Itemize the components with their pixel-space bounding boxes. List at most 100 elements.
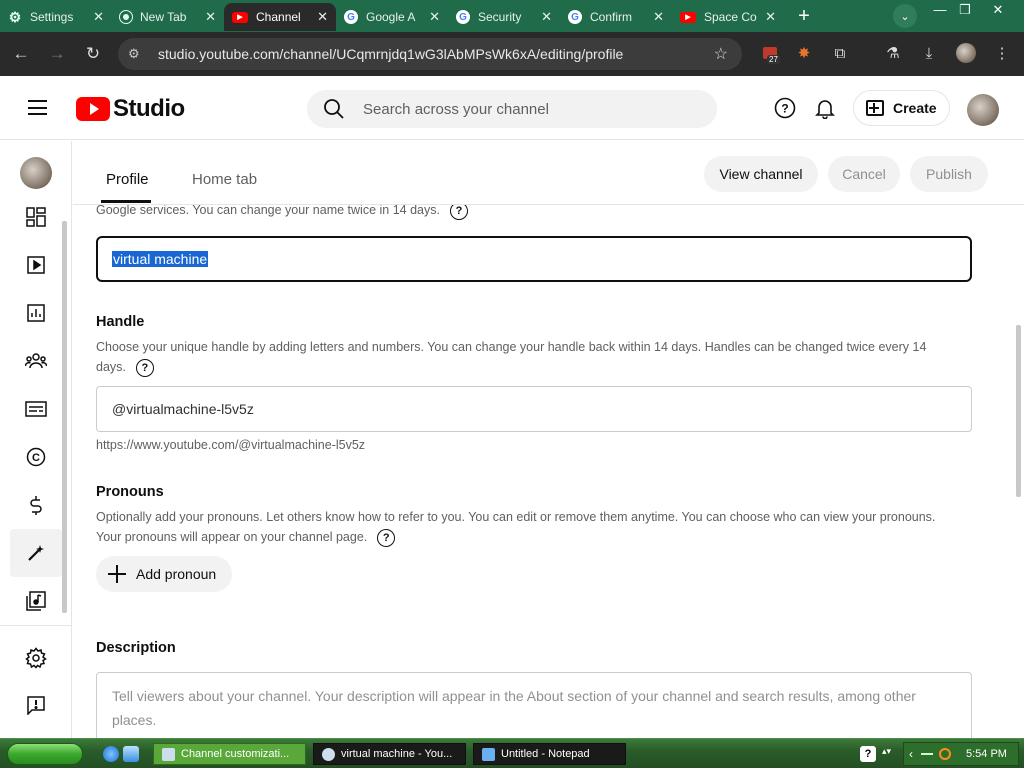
google-icon: G	[456, 10, 470, 24]
windows-taskbar: Channel customizati... virtual machine -…	[0, 738, 1024, 768]
pronouns-help-text: Optionally add your pronouns. Let others…	[96, 507, 935, 547]
browser-tab-strip: ⚙ Settings ✕ New Tab ✕ ▶ Channel ✕ G Goo…	[0, 0, 1024, 32]
community-icon[interactable]	[24, 349, 48, 373]
active-tab-indicator	[101, 200, 151, 203]
close-icon[interactable]: ✕	[93, 9, 104, 25]
create-button[interactable]: Create	[853, 90, 950, 126]
left-nav-rail: C	[0, 141, 72, 738]
handle-help-line-2: days.	[96, 360, 126, 374]
dashboard-icon[interactable]	[24, 205, 48, 229]
download-icon[interactable]: ⤓	[916, 40, 942, 66]
tray-search-icon[interactable]	[939, 748, 951, 760]
tab-search-icon[interactable]: ⌄	[893, 4, 917, 28]
customization-magic-wand-icon[interactable]	[24, 541, 48, 565]
settings-gear-icon[interactable]	[24, 646, 48, 670]
extensions-puzzle-icon[interactable]: ⧉	[827, 40, 853, 66]
browser-tab-new-tab[interactable]: New Tab ✕	[112, 3, 224, 31]
new-tab-button[interactable]: +	[790, 2, 818, 30]
menu-hamburger-icon[interactable]	[28, 100, 47, 115]
view-channel-button[interactable]: View channel	[704, 156, 818, 192]
labs-flask-icon[interactable]: ⚗	[880, 40, 906, 66]
audio-library-icon[interactable]	[24, 589, 48, 613]
page-scrollbar[interactable]	[1016, 325, 1021, 497]
pronouns-help-icon[interactable]: ?	[377, 528, 396, 547]
browser-tab-settings[interactable]: ⚙ Settings ✕	[0, 3, 112, 31]
tray-line-icon	[921, 753, 933, 755]
close-icon[interactable]: ✕	[765, 9, 776, 25]
extension-orange-icon[interactable]: ✸	[791, 40, 817, 66]
restore-icon[interactable]: ❐	[954, 2, 976, 18]
add-pronoun-button[interactable]: Add pronoun	[96, 556, 232, 592]
minimize-icon[interactable]: —	[929, 2, 951, 17]
help-tray-icon[interactable]: ?	[860, 746, 876, 762]
ie-quicklaunch-icon[interactable]	[103, 746, 119, 762]
browser-tab-google-account[interactable]: G Google A ✕	[336, 3, 448, 31]
handle-help-icon[interactable]: ?	[135, 358, 154, 377]
start-button[interactable]	[7, 743, 83, 765]
tab-home[interactable]: Home tab	[192, 171, 257, 188]
analytics-icon[interactable]	[24, 301, 48, 325]
close-icon[interactable]: ✕	[653, 9, 664, 25]
google-icon: G	[344, 10, 358, 24]
taskbar-window-notepad[interactable]: Untitled - Notepad	[473, 743, 626, 765]
back-arrow-icon[interactable]: ←	[6, 39, 36, 69]
site-info-icon[interactable]: ⚙	[128, 46, 146, 62]
notifications-bell-icon[interactable]	[813, 96, 837, 120]
channel-search-input[interactable]: Search across your channel	[307, 90, 717, 128]
close-window-icon[interactable]: ✕	[987, 2, 1009, 18]
address-bar[interactable]: ⚙ studio.youtube.com/channel/UCqmrnjdq1w…	[118, 38, 742, 70]
profile-avatar[interactable]	[953, 40, 979, 66]
search-placeholder: Search across your channel	[363, 100, 549, 118]
close-icon[interactable]: ✕	[205, 9, 216, 25]
publish-button[interactable]: Publish	[910, 156, 988, 192]
pronouns-help-line-2: Your pronouns will appear on your channe…	[96, 530, 368, 544]
close-icon[interactable]: ✕	[317, 9, 328, 25]
description-heading: Description	[96, 640, 176, 656]
channel-avatar[interactable]	[20, 157, 52, 189]
svg-text:C: C	[32, 452, 40, 464]
content-icon[interactable]	[24, 253, 48, 277]
extension-badge: 27	[767, 55, 780, 64]
browser-toolbar: ← → ↻ ⚙ studio.youtube.com/channel/UCqmr…	[0, 32, 1024, 76]
chrome-icon	[120, 11, 132, 23]
browser-tab-space[interactable]: ▶ Space Co ✕	[672, 3, 784, 31]
tray-expand-icon[interactable]: ‹	[909, 747, 913, 761]
taskbar-window-label: Channel customizati...	[181, 748, 290, 760]
browser-tab-channel[interactable]: ▶ Channel ✕	[224, 3, 336, 31]
browser-menu-icon[interactable]: ⋮	[989, 40, 1015, 66]
handle-input[interactable]: @virtualmachine-l5v5z	[96, 386, 972, 432]
tab-profile[interactable]: Profile	[106, 171, 149, 188]
rail-divider	[0, 625, 72, 626]
youtube-icon: ▶	[232, 11, 248, 23]
close-icon[interactable]: ✕	[429, 9, 440, 25]
tab-label: Channel	[256, 10, 301, 24]
browser-tab-security[interactable]: G Security ✕	[448, 3, 560, 31]
create-video-icon	[866, 100, 884, 116]
forward-arrow-icon[interactable]: →	[42, 39, 72, 69]
close-icon[interactable]: ✕	[541, 9, 552, 25]
cancel-button[interactable]: Cancel	[828, 156, 900, 192]
tray-scroll-icon[interactable]: ▴▾	[882, 746, 894, 762]
studio-header: Studio Search across your channel ? Crea…	[0, 76, 1024, 140]
extension-red-icon[interactable]: 27	[757, 40, 783, 66]
name-input[interactable]: virtual machine	[96, 236, 972, 282]
reload-icon[interactable]: ↻	[78, 39, 108, 69]
taskbar-window-label: Untitled - Notepad	[501, 748, 590, 760]
studio-logo[interactable]: Studio	[76, 95, 185, 123]
desktop-quicklaunch-icon[interactable]	[123, 746, 139, 762]
earn-dollar-icon[interactable]	[24, 493, 48, 517]
handle-url: https://www.youtube.com/@virtualmachine-…	[96, 438, 366, 452]
help-icon[interactable]: ?	[773, 96, 797, 120]
description-textarea[interactable]: Tell viewers about your channel. Your de…	[96, 672, 972, 738]
rail-scrollbar[interactable]	[62, 221, 67, 613]
subtitles-icon[interactable]	[24, 397, 48, 421]
account-avatar[interactable]	[967, 94, 999, 126]
youtube-icon: ▶	[680, 11, 696, 23]
feedback-icon[interactable]	[24, 693, 48, 717]
bookmark-star-icon[interactable]: ☆	[714, 44, 728, 64]
copyright-icon[interactable]: C	[24, 445, 48, 469]
browser-tab-confirm[interactable]: G Confirm ✕	[560, 3, 672, 31]
taskbar-window-channel[interactable]: Channel customizati...	[153, 743, 306, 765]
taskbar-window-youtube[interactable]: virtual machine - You...	[313, 743, 466, 765]
clock: 5:54 PM	[966, 748, 1007, 760]
